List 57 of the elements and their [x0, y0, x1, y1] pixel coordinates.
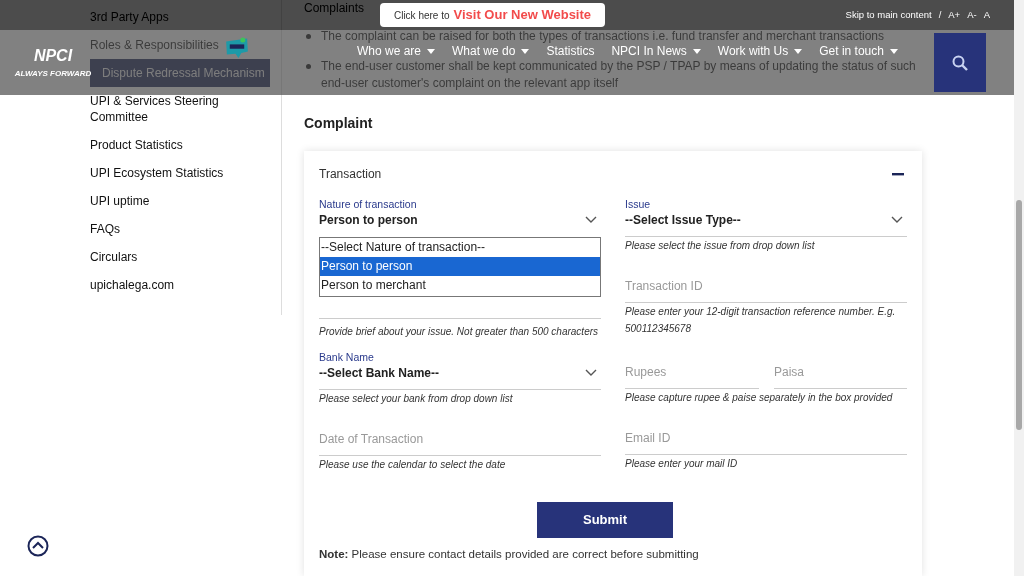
font-size-control[interactable]: A+ — [948, 7, 961, 23]
logo-tagline: ALWAYS FORWARD — [14, 68, 92, 79]
field-hint: Please enter your 12-digit transaction reference number. E.g. 500112345678 — [625, 305, 897, 336]
intro-text: Complaints — [304, 0, 365, 16]
select-field[interactable]: --Select Bank Name-- — [319, 365, 601, 390]
field-label: Bank Name — [319, 350, 375, 365]
section-title: Transaction — [319, 166, 382, 182]
sidebar-item[interactable]: FAQs — [90, 215, 270, 243]
sidebar-item[interactable]: Circulars — [90, 243, 270, 271]
font-size-control[interactable]: A — [983, 7, 990, 23]
nav-item[interactable]: Statistics — [546, 45, 595, 57]
input-field[interactable]: Email ID — [625, 430, 907, 455]
new-website-link[interactable]: Click here to Visit Our New Website — [380, 3, 605, 27]
input-field[interactable]: Date of Transaction — [319, 431, 601, 456]
field-label: Issue — [625, 197, 652, 212]
section-heading: Complaint — [304, 114, 374, 132]
nav-item[interactable]: Work with Us — [717, 45, 803, 57]
bullet-text: The complaint can be raised for both the types of transactions i.e. fund transfer and merchant transactions — [321, 28, 885, 45]
search-button[interactable] — [934, 33, 986, 92]
separator-text: / — [938, 7, 942, 22]
badge-icon — [224, 36, 250, 59]
sidebar-item[interactable]: upichalega.com — [90, 271, 270, 299]
collapse-icon[interactable] — [892, 172, 904, 176]
skip-link[interactable]: Skip to main content — [845, 7, 932, 23]
logo-text: NPCI — [33, 46, 73, 65]
select-field[interactable]: --Select Issue Type-- — [625, 212, 907, 237]
chevron-down-icon — [891, 216, 903, 224]
nav-item[interactable]: NPCI In News — [611, 45, 701, 57]
field-label: Nature of transaction — [319, 197, 418, 212]
field-hint: Please use the calendar to select the date — [319, 458, 507, 472]
note-text: Note: Please ensure contact details provided are correct before submitting — [319, 547, 700, 561]
field-hint: Please capture rupee & paise separately in the box provided — [625, 391, 894, 405]
dropdown-option[interactable]: Person to merchant — [320, 276, 600, 295]
submit-button[interactable]: Submit — [537, 502, 673, 538]
nav-item[interactable]: Who we are — [357, 45, 436, 57]
chevron-down-icon — [585, 369, 597, 377]
back-to-top-icon[interactable] — [27, 535, 49, 557]
nav-item[interactable]: What we do — [452, 45, 530, 57]
scrollbar[interactable] — [1014, 0, 1024, 576]
select-field[interactable]: Person to person — [319, 212, 601, 228]
input-field[interactable]: Paisa — [774, 364, 907, 389]
field-hint: Provide brief about your issue. Not greater than 500 characters — [319, 325, 600, 339]
font-size-control[interactable]: A- — [967, 7, 977, 23]
sidebar-item[interactable]: Product Statistics — [90, 131, 270, 159]
dropdown-option[interactable]: Person to person — [320, 257, 600, 276]
field-hint: Please enter your mail ID — [625, 457, 739, 471]
sidebar-item[interactable]: UPI uptime — [90, 187, 270, 215]
dropdown-option[interactable]: --Select Nature of transaction-- — [320, 238, 600, 257]
sidebar-item[interactable]: UPI Ecosystem Statistics — [90, 159, 270, 187]
input-field[interactable]: Transaction ID — [625, 278, 907, 303]
field-hint: Please select the issue from drop down list — [625, 239, 816, 253]
bullet-text: The end-user customer shall be kept communicated by the PSP / TPAP by means of updating the status of such end-user customer's complaint on the relevant app itself — [321, 58, 917, 92]
search-icon — [952, 54, 968, 71]
chevron-down-icon — [585, 216, 597, 224]
input-field[interactable]: Rupees — [625, 364, 759, 389]
field-hint: Please select your bank from drop down list — [319, 392, 514, 406]
nav-item[interactable]: Get in touch — [819, 45, 898, 57]
